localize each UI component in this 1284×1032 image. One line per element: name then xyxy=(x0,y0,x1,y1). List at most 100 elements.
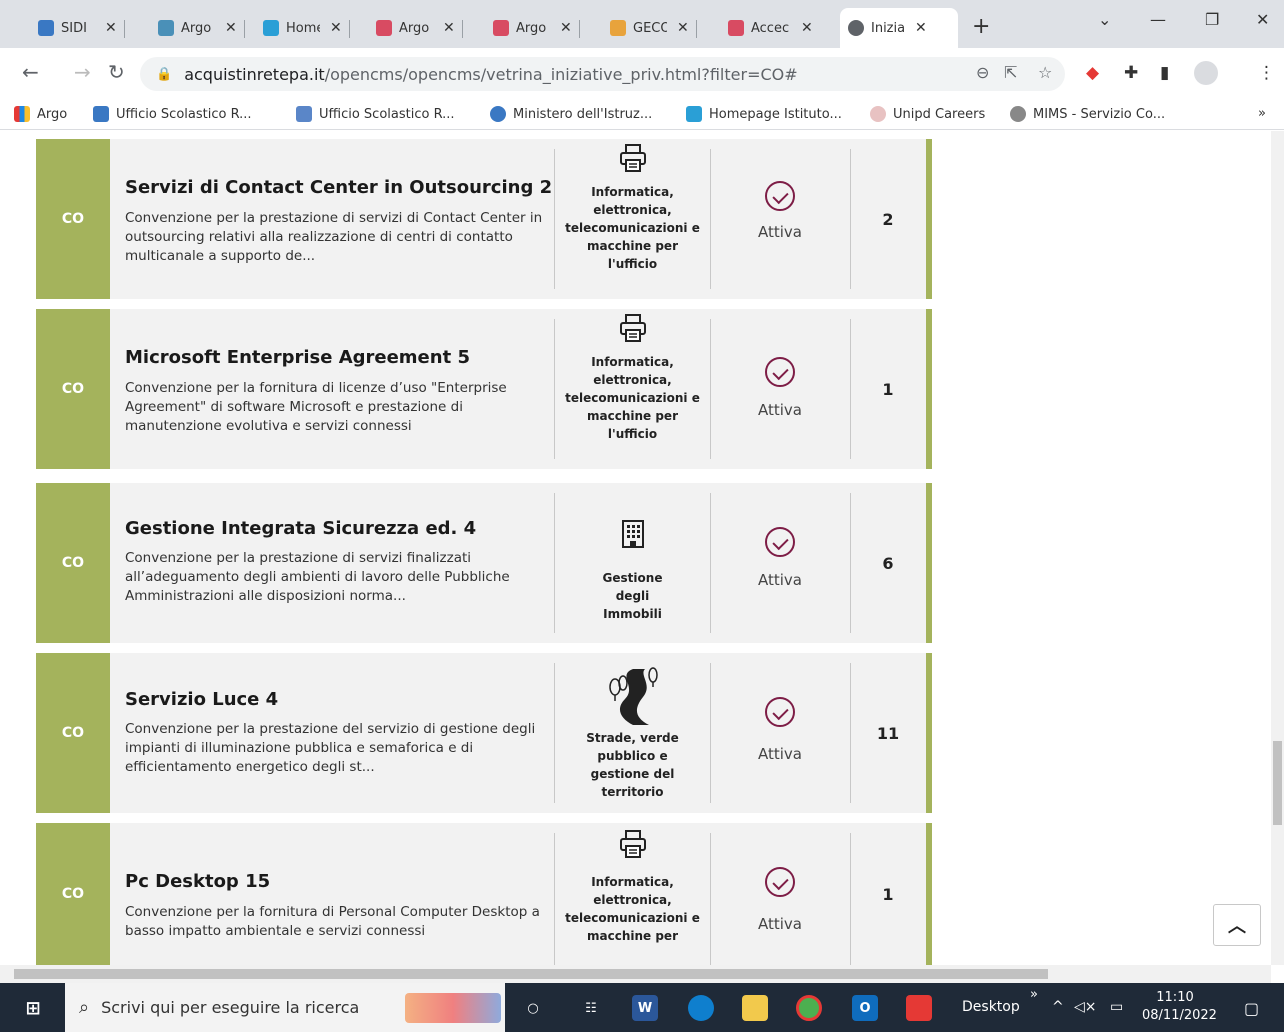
initiative-title[interactable]: Gestione Integrata Sicurezza ed. 4 xyxy=(125,518,476,539)
profile-avatar[interactable] xyxy=(1194,61,1218,85)
category-label: Informatica, elettronica, telecomunicazi… xyxy=(565,875,700,943)
clock-date: 08/11/2022 xyxy=(1142,1008,1217,1023)
tray-chevron-icon[interactable]: ^ xyxy=(1052,999,1064,1015)
initiative-title[interactable]: Servizio Luce 4 xyxy=(125,689,278,710)
reload-icon[interactable]: ↻ xyxy=(108,60,125,84)
share-icon[interactable]: ⇱ xyxy=(1004,63,1017,82)
status-cell: Attiva xyxy=(710,653,850,813)
initiative-title[interactable]: Servizi di Contact Center in Outsourcing… xyxy=(125,177,552,198)
tab-home[interactable]: Home✕ xyxy=(255,8,350,48)
bookmarks-bar: Argo Ufficio Scolastico R... Ufficio Sco… xyxy=(0,100,1284,130)
bookmark-argo[interactable]: Argo xyxy=(14,106,67,122)
arrow-right-icon[interactable]: → xyxy=(74,60,91,84)
horizontal-scrollbar-thumb[interactable] xyxy=(14,969,1048,979)
initiative-code: CO xyxy=(36,483,110,643)
close-icon[interactable]: ✕ xyxy=(677,20,689,36)
scroll-to-top-button[interactable]: ︿ xyxy=(1213,904,1261,946)
page-content: CO Servizi di Contact Center in Outsourc… xyxy=(0,131,1284,965)
initiative-description: Convenzione per la prestazione di serviz… xyxy=(125,210,543,264)
status-label: Attiva xyxy=(758,223,802,241)
taskbar-search-box[interactable]: ⌕ Scrivi qui per eseguire la ricerca xyxy=(65,983,505,1032)
initiative-card[interactable]: CO Gestione Integrata Sicurezza ed. 4 Co… xyxy=(36,483,932,643)
volume-muted-icon[interactable]: ◁× xyxy=(1074,999,1097,1015)
minimize-icon[interactable]: — xyxy=(1150,10,1166,29)
bookmark-mims[interactable]: MIMS - Servizio Co... xyxy=(1010,106,1165,122)
network-icon[interactable]: ▭ xyxy=(1110,999,1123,1015)
search-placeholder: Scrivi qui per eseguire la ricerca xyxy=(101,998,360,1017)
status-cell: Attiva xyxy=(710,483,850,643)
initiative-description: Convenzione per la fornitura di Personal… xyxy=(125,904,540,939)
category-label: Gestione degli Immobili xyxy=(602,571,663,621)
tab-accec[interactable]: Accec ✕ xyxy=(720,8,821,48)
tab-argo-3[interactable]: Argo ✕ xyxy=(485,8,580,48)
zoom-icon[interactable]: ⊖ xyxy=(976,63,989,82)
initiative-count: 1 xyxy=(882,379,894,399)
new-tab-button[interactable]: + xyxy=(972,14,990,39)
initiative-count: 1 xyxy=(882,885,894,904)
bookmark-usr-1[interactable]: Ufficio Scolastico R... xyxy=(93,106,252,122)
bookmark-usr-2[interactable]: Ufficio Scolastico R... xyxy=(296,106,455,122)
category-cell: Strade, verde pubblico e gestione del te… xyxy=(555,653,710,813)
close-icon[interactable]: ✕ xyxy=(225,20,237,36)
menu-dots-icon[interactable]: ⋮ xyxy=(1258,63,1275,83)
close-icon[interactable]: ✕ xyxy=(105,20,117,36)
notifications-icon[interactable]: ▢ xyxy=(1244,999,1259,1018)
url-path: /opencms/opencms/vetrina_iniziative_priv… xyxy=(324,64,798,84)
close-icon[interactable]: ✕ xyxy=(915,20,927,36)
overflow-chevron-icon[interactable]: » xyxy=(1030,987,1038,1002)
close-icon[interactable]: ✕ xyxy=(330,20,342,36)
initiative-card[interactable]: CO Pc Desktop 15 Convenzione per la forn… xyxy=(36,823,932,965)
browser-toolbar: ← → ↻ 🔒 acquistinretepa.it/opencms/openc… xyxy=(0,48,1284,100)
initiative-count: 6 xyxy=(882,553,894,573)
close-icon[interactable]: ✕ xyxy=(801,20,813,36)
clock[interactable]: 11:10 08/11/2022 xyxy=(1142,989,1217,1025)
status-label: Attiva xyxy=(758,915,802,933)
close-icon[interactable]: ✕ xyxy=(443,20,455,36)
bookmark-ministero[interactable]: Ministero dell'Istruz... xyxy=(490,106,652,122)
address-bar[interactable]: 🔒 acquistinretepa.it/opencms/opencms/vet… xyxy=(140,57,1065,91)
vertical-scrollbar[interactable] xyxy=(1271,131,1284,965)
initiative-card[interactable]: CO Servizi di Contact Center in Outsourc… xyxy=(36,139,932,299)
close-window-icon[interactable]: ✕ xyxy=(1256,10,1269,29)
tab-geco[interactable]: GECO ✕ xyxy=(602,8,697,48)
shield-extension-icon[interactable]: ◆ xyxy=(1086,63,1099,83)
tab-search-chevron-icon[interactable]: ⌄ xyxy=(1098,10,1111,29)
initiative-title[interactable]: Pc Desktop 15 xyxy=(125,871,270,892)
side-panel-icon[interactable]: ▮ xyxy=(1160,63,1169,83)
mims-icon xyxy=(1010,106,1026,122)
close-icon[interactable]: ✕ xyxy=(560,20,572,36)
desktop-label[interactable]: Desktop xyxy=(962,999,1020,1015)
widgets-icon[interactable]: ☷ xyxy=(578,995,604,1021)
initiative-card[interactable]: CO Microsoft Enterprise Agreement 5 Conv… xyxy=(36,309,932,469)
bookmark-star-icon[interactable]: ☆ xyxy=(1038,63,1052,82)
ministero-icon xyxy=(490,106,506,122)
extensions-icon[interactable]: ✚ xyxy=(1124,63,1138,83)
status-cell: Attiva xyxy=(710,309,850,469)
status-label: Attiva xyxy=(758,571,802,589)
vertical-scrollbar-thumb[interactable] xyxy=(1273,741,1282,825)
lock-icon[interactable]: 🔒 xyxy=(156,67,172,82)
file-explorer-icon[interactable] xyxy=(742,995,768,1021)
bookmark-homepage[interactable]: Homepage Istituto... xyxy=(686,106,842,122)
tab-sidi[interactable]: SIDI ✕ xyxy=(30,8,125,48)
tab-iniziative-active[interactable]: Inizia ✕ xyxy=(840,8,958,48)
chrome-icon[interactable] xyxy=(796,995,822,1021)
initiative-card[interactable]: CO Servizio Luce 4 Convenzione per la pr… xyxy=(36,653,932,813)
restore-icon[interactable]: ❐ xyxy=(1205,10,1219,29)
category-label: Informatica, elettronica, telecomunicazi… xyxy=(565,185,700,271)
horizontal-scrollbar[interactable] xyxy=(0,965,1271,983)
app-icon[interactable] xyxy=(906,995,932,1021)
initiative-title[interactable]: Microsoft Enterprise Agreement 5 xyxy=(125,347,470,368)
initiative-code: CO xyxy=(36,139,110,299)
bookmark-unipd[interactable]: Unipd Careers xyxy=(870,106,985,122)
tab-argo-2[interactable]: Argo ✕ xyxy=(368,8,463,48)
word-icon[interactable]: W xyxy=(632,995,658,1021)
argo-favicon-icon xyxy=(376,20,392,36)
edge-icon[interactable] xyxy=(688,995,714,1021)
task-view-icon[interactable]: ○ xyxy=(520,995,546,1021)
tab-argo[interactable]: Argo ✕ xyxy=(150,8,245,48)
arrow-left-icon[interactable]: ← xyxy=(22,60,39,84)
windows-start-icon[interactable]: ⊞ xyxy=(20,995,46,1021)
bookmarks-more-button[interactable]: » xyxy=(1258,106,1266,121)
outlook-icon[interactable]: O xyxy=(852,995,878,1021)
